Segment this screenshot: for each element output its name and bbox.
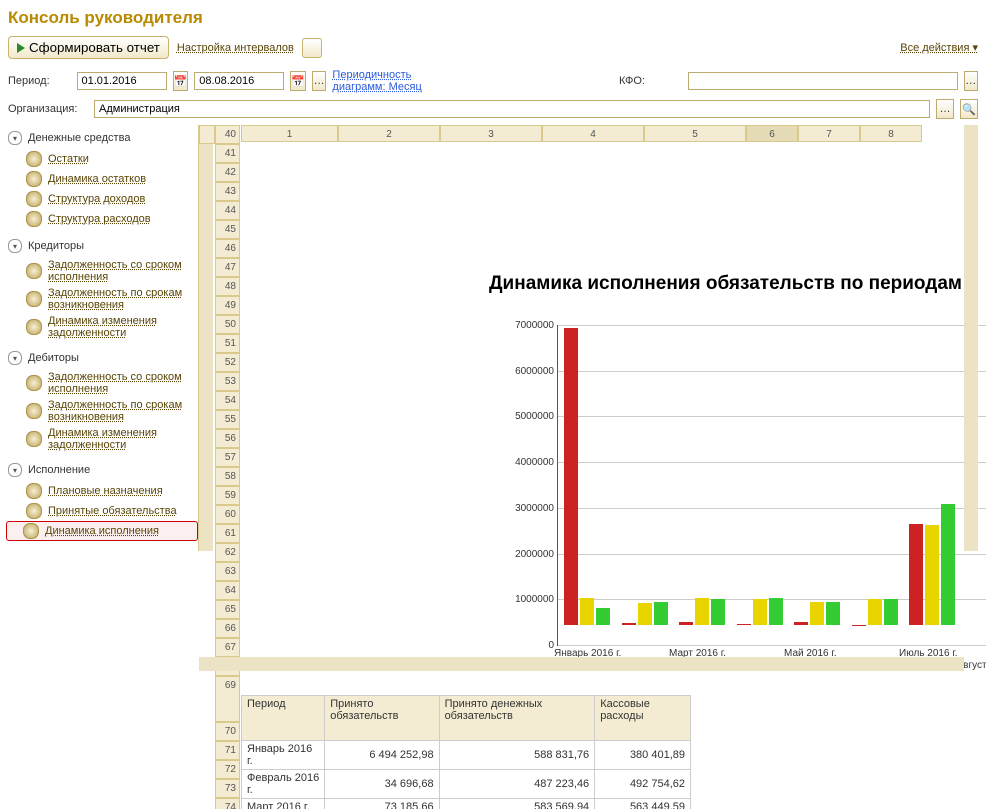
chart-title: Динамика исполнения обязательств по пери…: [489, 273, 962, 295]
tree-item[interactable]: Задолженность со сроком исполнения: [8, 369, 198, 397]
report-table: ПериодПринято обязательствПринято денежн…: [241, 695, 951, 809]
chart-bar: [596, 608, 610, 625]
gear-icon: [26, 291, 42, 307]
chart-bar: [794, 622, 808, 625]
table-row[interactable]: Март 2016 г.73 185,66583 569,94563 449,5…: [242, 799, 691, 809]
chevron-down-icon: ▾: [8, 131, 22, 145]
org-label: Организация:: [8, 103, 88, 115]
org-ellipsis-button[interactable]: …: [936, 99, 954, 119]
tree-group-head[interactable]: ▾Денежные средства: [8, 131, 198, 145]
chart-bar: [638, 603, 652, 625]
calendar-icon[interactable]: 📅: [290, 71, 306, 91]
chart-bar: [679, 622, 693, 625]
gear-icon: [26, 431, 42, 447]
content: 12345678 4041424344454647484950515253545…: [198, 125, 978, 551]
all-actions-link[interactable]: Все действия ▾: [900, 41, 978, 54]
filter-row-period: Период: 📅 📅 … Периодичность диаграмм: Ме…: [8, 69, 978, 93]
tree-item[interactable]: Динамика изменения задолженности: [8, 313, 198, 341]
chart-bar: [826, 602, 840, 625]
play-icon: [17, 43, 25, 53]
period-label: Период:: [8, 75, 71, 87]
kfo-label: КФО:: [619, 75, 682, 87]
chart-bar: [711, 599, 725, 625]
page-title: Консоль руководителя: [8, 8, 978, 28]
form-report-button[interactable]: Сформировать отчет: [8, 36, 169, 59]
tree-group-head[interactable]: ▾Исполнение: [8, 463, 198, 477]
table-row[interactable]: Февраль 2016 г.34 696,68487 223,46492 75…: [242, 770, 691, 799]
filter-row-org: Организация: … 🔍: [8, 99, 978, 119]
gear-icon: [26, 319, 42, 335]
org-input[interactable]: [94, 100, 930, 118]
chart-bar: [909, 524, 923, 625]
tree-item[interactable]: Структура доходов: [8, 189, 198, 209]
settings-icon-button[interactable]: [302, 38, 322, 58]
sidebar: ▾Денежные средства ОстаткиДинамика остатк…: [8, 125, 198, 551]
row-ruler: 4041424344454647484950515253545556575859…: [215, 125, 240, 809]
chart-bar: [622, 623, 636, 625]
period-ellipsis-button[interactable]: …: [312, 71, 327, 91]
tree-item[interactable]: Динамика изменения задолженности: [8, 425, 198, 453]
tree-item[interactable]: Плановые назначения: [8, 481, 198, 501]
ruler-corner: [199, 125, 215, 144]
vertical-scrollbar[interactable]: [964, 125, 978, 551]
chart-bar: [884, 599, 898, 625]
gear-icon: [26, 263, 42, 279]
tree-item[interactable]: Динамика исполнения: [6, 521, 198, 541]
table-header: Кассовые расходы: [595, 696, 691, 741]
table-row[interactable]: Январь 2016 г.6 494 252,98588 831,76380 …: [242, 741, 691, 770]
tree-item[interactable]: Принятые обязательства: [8, 501, 198, 521]
chart-bar: [654, 602, 668, 625]
chart-bar: [737, 624, 751, 625]
kfo-ellipsis-button[interactable]: …: [964, 71, 979, 91]
tree-item[interactable]: Остатки: [8, 149, 198, 169]
top-ruler: 12345678: [241, 125, 922, 142]
gear-icon: [23, 523, 39, 539]
chart-bar: [868, 599, 882, 625]
periodicity-link[interactable]: Периодичность диаграмм: Месяц: [332, 69, 466, 93]
y-axis: 0100000020000003000000400000050000006000…: [499, 325, 554, 665]
gear-icon: [26, 483, 42, 499]
date-from-input[interactable]: [77, 72, 167, 90]
outline-gutter: [199, 125, 213, 551]
horizontal-scrollbar[interactable]: [199, 657, 964, 671]
tree-group-head[interactable]: ▾Дебиторы: [8, 351, 198, 365]
gear-icon: [26, 503, 42, 519]
interval-settings-link[interactable]: Настройка интервалов: [177, 42, 294, 54]
table-header: Принято обязательств: [325, 696, 439, 741]
tree-item[interactable]: Задолженность со сроком исполнения: [8, 257, 198, 285]
org-search-button[interactable]: 🔍: [960, 99, 978, 119]
chart-bar: [695, 598, 709, 625]
gear-icon: [26, 211, 42, 227]
gear-icon: [26, 151, 42, 167]
table-header: Принято денежных обязательств: [439, 696, 595, 741]
toolbar: Сформировать отчет Настройка интервалов …: [8, 36, 978, 59]
chart-bar: [925, 525, 939, 625]
gear-icon: [26, 171, 42, 187]
chart-bar: [941, 504, 955, 625]
calendar-icon[interactable]: 📅: [173, 71, 189, 91]
chart-plot: 0100000020000003000000400000050000006000…: [499, 325, 986, 665]
table-header: Период: [242, 696, 325, 741]
chart-bar: [564, 328, 578, 625]
chart-bar: [580, 598, 594, 625]
tree-item[interactable]: Структура расходов: [8, 209, 198, 229]
form-report-label: Сформировать отчет: [29, 40, 160, 55]
gear-icon: [26, 403, 42, 419]
chevron-down-icon: ▾: [8, 351, 22, 365]
plot-background: Январь 2016 г.Февраль 2016 г.Март 2016 г…: [557, 325, 986, 646]
gear-icon: [26, 191, 42, 207]
tree-item[interactable]: Задолженность по срокам возникновения: [8, 397, 198, 425]
gear-icon: [26, 375, 42, 391]
tree-item[interactable]: Задолженность по срокам возникновения: [8, 285, 198, 313]
chevron-down-icon: ▾: [8, 239, 22, 253]
chart-bar: [753, 599, 767, 625]
kfo-input[interactable]: [688, 72, 958, 90]
chevron-down-icon: ▾: [8, 463, 22, 477]
date-to-input[interactable]: [194, 72, 284, 90]
chart-bar: [810, 602, 824, 625]
chart-bar: [769, 598, 783, 625]
tree-item[interactable]: Динамика остатков: [8, 169, 198, 189]
tree-group-head[interactable]: ▾Кредиторы: [8, 239, 198, 253]
